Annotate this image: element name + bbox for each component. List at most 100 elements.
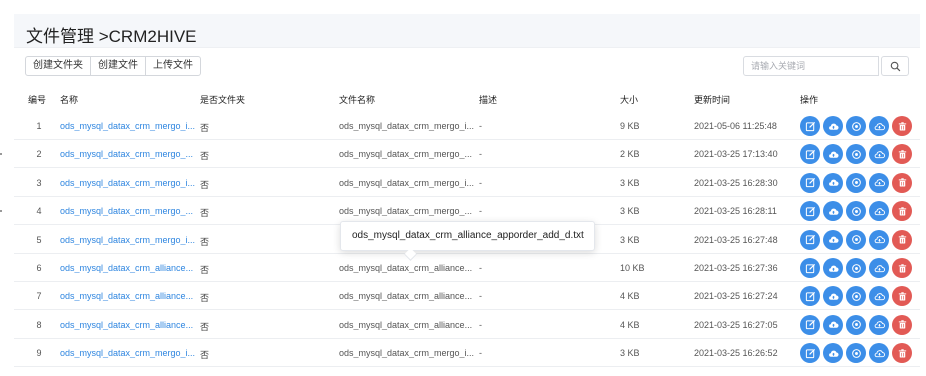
- view-button[interactable]: [846, 286, 866, 307]
- trash-icon: [898, 150, 906, 159]
- cloud-download-icon: [874, 293, 885, 301]
- edit-button[interactable]: [800, 116, 820, 136]
- size-cell: 4 KB: [620, 319, 640, 330]
- file-name-cell: ods_mysql_datax_crm_alliance...: [339, 263, 473, 273]
- upload-button[interactable]: [823, 229, 843, 250]
- trash-icon: [898, 320, 906, 329]
- delete-button[interactable]: [892, 172, 912, 193]
- download-button[interactable]: [869, 229, 889, 250]
- left-edge-mark: [0, 210, 2, 212]
- edit-icon: [805, 291, 815, 302]
- description-cell: -: [479, 206, 482, 217]
- row-index: 9: [36, 348, 42, 359]
- size-cell: 4 KB: [620, 291, 640, 302]
- file-name-link[interactable]: ods_mysql_datax_crm_mergo_i...: [60, 235, 196, 245]
- upload-button[interactable]: [823, 286, 843, 307]
- delete-button[interactable]: [892, 258, 912, 278]
- column-header-name: 名称: [60, 95, 79, 105]
- download-button[interactable]: [869, 258, 889, 278]
- is-folder-value: 否: [200, 179, 210, 190]
- edit-button[interactable]: [800, 144, 820, 165]
- edit-button[interactable]: [800, 172, 820, 193]
- delete-button[interactable]: [892, 144, 912, 165]
- cloud-download-icon: [874, 122, 885, 130]
- row-index: 4: [36, 206, 42, 217]
- file-name-cell: ods_mysql_datax_crm_mergo_i...: [339, 177, 475, 188]
- view-button[interactable]: [846, 172, 866, 193]
- file-name-link[interactable]: ods_mysql_datax_crm_alliance...: [60, 263, 196, 273]
- updated-time-cell: 2021-03-25 17:13:40: [694, 149, 778, 160]
- view-button[interactable]: [846, 258, 866, 278]
- download-button[interactable]: [869, 286, 889, 307]
- row-index: 8: [36, 319, 42, 330]
- download-button[interactable]: [869, 343, 889, 364]
- trash-icon: [898, 292, 906, 301]
- download-button[interactable]: [869, 314, 889, 335]
- cloud-upload-icon: [828, 321, 839, 329]
- search-button[interactable]: [881, 56, 909, 76]
- edit-button[interactable]: [800, 343, 820, 364]
- cloud-download-icon: [874, 207, 885, 215]
- file-name-link[interactable]: ods_mysql_datax_crm_mergo_...: [60, 149, 196, 159]
- updated-time-cell: 2021-03-25 16:27:48: [694, 234, 778, 245]
- upload-file-button[interactable]: 上传文件: [145, 56, 201, 76]
- edit-button[interactable]: [800, 258, 820, 278]
- delete-button[interactable]: [892, 343, 912, 364]
- upload-button[interactable]: [823, 258, 843, 278]
- view-button[interactable]: [846, 201, 866, 222]
- download-button[interactable]: [869, 144, 889, 165]
- file-name-link[interactable]: ods_mysql_datax_crm_mergo_i...: [60, 348, 196, 358]
- cloud-download-icon: [874, 236, 885, 244]
- file-name-link[interactable]: ods_mysql_datax_crm_mergo_...: [60, 206, 196, 216]
- upload-button[interactable]: [823, 116, 843, 136]
- view-button[interactable]: [846, 144, 866, 165]
- size-cell: 9 KB: [620, 121, 640, 131]
- search-input[interactable]: [743, 56, 879, 76]
- delete-button[interactable]: [892, 116, 912, 136]
- trash-icon: [898, 348, 906, 358]
- file-name-link[interactable]: ods_mysql_datax_crm_mergo_i...: [60, 121, 196, 131]
- download-button[interactable]: [869, 116, 889, 136]
- cloud-download-icon: [874, 264, 885, 272]
- download-button[interactable]: [869, 172, 889, 193]
- create-file-button[interactable]: 创建文件: [90, 56, 146, 76]
- view-icon: [851, 292, 861, 301]
- create-folder-button[interactable]: 创建文件夹: [25, 56, 91, 76]
- download-button[interactable]: [869, 201, 889, 222]
- table-header: 编号 名称 是否文件夹 文件名称 描述 大小 更新时间 操作: [14, 86, 920, 112]
- edit-button[interactable]: [800, 229, 820, 250]
- title-bar: 文件管理 >CRM2HIVE: [14, 14, 920, 48]
- upload-button[interactable]: [823, 314, 843, 335]
- file-name-link[interactable]: ods_mysql_datax_crm_mergo_i...: [60, 178, 196, 188]
- upload-button[interactable]: [823, 144, 843, 165]
- size-cell: 3 KB: [620, 234, 640, 245]
- file-name-link[interactable]: ods_mysql_datax_crm_alliance...: [60, 320, 196, 330]
- file-name-cell: ods_mysql_datax_crm_mergo_...: [339, 206, 473, 217]
- edit-button[interactable]: [800, 201, 820, 222]
- delete-button[interactable]: [892, 314, 912, 335]
- toolbar: 创建文件夹 创建文件 上传文件: [25, 56, 201, 76]
- upload-button[interactable]: [823, 172, 843, 193]
- row-index: 2: [36, 149, 42, 160]
- upload-button[interactable]: [823, 343, 843, 364]
- delete-button[interactable]: [892, 201, 912, 222]
- edit-button[interactable]: [800, 286, 820, 307]
- column-header-file-name: 文件名称: [339, 95, 376, 105]
- delete-button[interactable]: [892, 229, 912, 250]
- view-icon: [851, 235, 861, 244]
- cloud-upload-icon: [828, 208, 839, 215]
- upload-button[interactable]: [823, 201, 843, 222]
- edit-button[interactable]: [800, 314, 820, 335]
- file-management-page: 文件管理 >CRM2HIVE 创建文件夹 创建文件 上传文件 编号 名称 是否文…: [14, 14, 920, 376]
- delete-button[interactable]: [892, 286, 912, 307]
- trash-icon: [898, 121, 906, 131]
- table-row: 3 ods_mysql_datax_crm_mergo_i... 否 ods_mysq…: [14, 169, 920, 197]
- edit-icon: [805, 121, 815, 131]
- view-button[interactable]: [846, 116, 866, 136]
- table-row: 6 ods_mysql_datax_crm_alliance... 否 ods_mys…: [14, 254, 920, 282]
- view-button[interactable]: [846, 343, 866, 364]
- file-name-link[interactable]: ods_mysql_datax_crm_alliance...: [60, 291, 196, 301]
- view-button[interactable]: [846, 314, 866, 335]
- view-button[interactable]: [846, 229, 866, 250]
- page-title: 文件管理 >CRM2HIVE: [26, 27, 197, 46]
